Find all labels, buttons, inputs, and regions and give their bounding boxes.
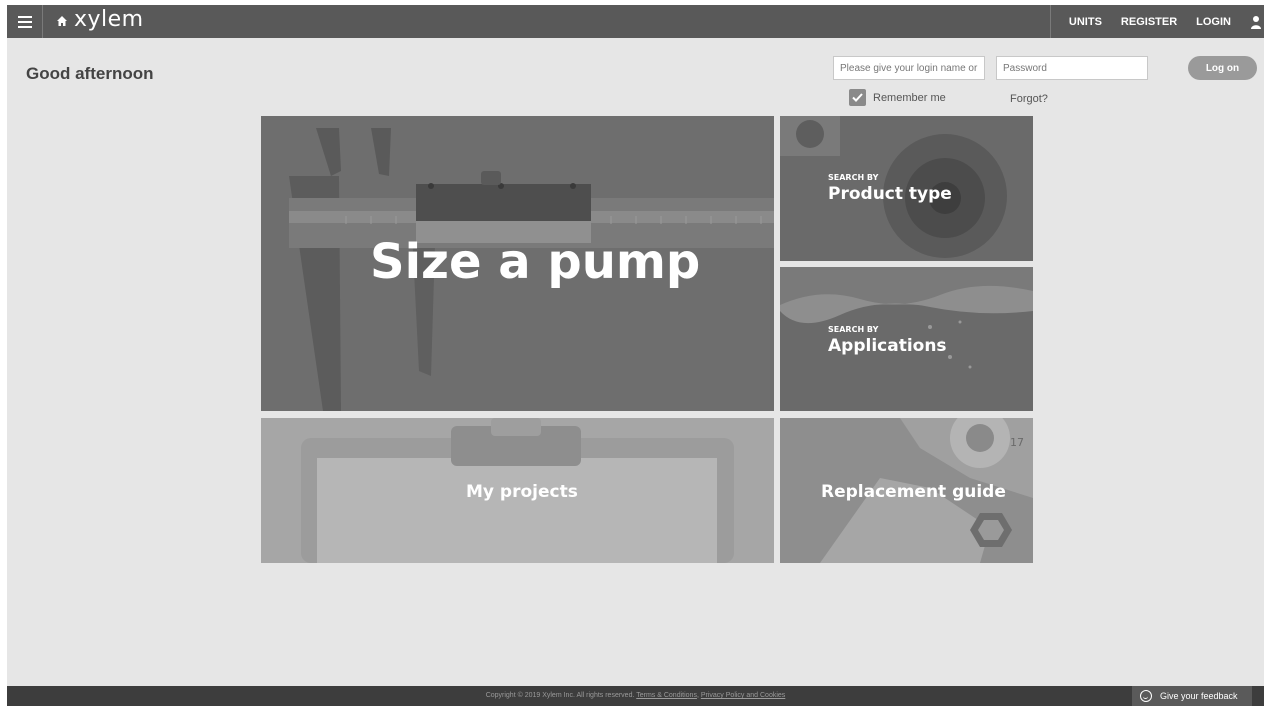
my-projects-tile[interactable]: My projects (261, 418, 774, 563)
applications-title: Applications (828, 336, 947, 356)
applications-tile[interactable]: SEARCH BY Applications (780, 267, 1033, 411)
privacy-link[interactable]: Privacy Policy and Cookies (701, 692, 785, 699)
feedback-icon (1140, 690, 1152, 702)
copyright-text: Copyright © 2019 Xylem Inc. All rights r… (485, 692, 635, 699)
applications-kicker: SEARCH BY (828, 325, 879, 334)
password-input[interactable] (996, 56, 1148, 80)
size-a-pump-tile[interactable]: Size a pump (261, 116, 774, 411)
footer: Copyright © 2019 Xylem Inc. All rights r… (7, 686, 1264, 706)
greeting-text: Good afternoon (26, 64, 154, 83)
feedback-button[interactable]: Give your feedback (1132, 686, 1252, 706)
top-nav: UNITS REGISTER LOGIN (1049, 5, 1264, 38)
replacement-guide-tile[interactable]: 17 Replacement guide (780, 418, 1033, 563)
feedback-label: Give your feedback (1160, 691, 1238, 701)
app-window: xylem UNITS REGISTER LOGIN Good afternoo… (7, 5, 1264, 706)
remember-me-label: Remember me (873, 91, 946, 104)
user-icon[interactable] (1250, 15, 1262, 29)
product-type-title: Product type (828, 184, 952, 204)
terms-link[interactable]: Terms & Conditions (636, 692, 697, 699)
login-link[interactable]: LOGIN (1196, 16, 1231, 28)
checkbox-checked-icon[interactable] (849, 89, 866, 106)
product-type-kicker: SEARCH BY (828, 173, 879, 182)
remember-me-checkbox[interactable]: Remember me (849, 89, 946, 106)
menu-icon[interactable] (7, 5, 43, 38)
home-icon[interactable] (56, 15, 68, 27)
brand-logo[interactable]: xylem (74, 6, 144, 36)
register-link[interactable]: REGISTER (1121, 16, 1177, 28)
wrench-size-label: 17 (1010, 436, 1024, 449)
footer-separator: , (696, 692, 699, 699)
product-type-tile[interactable]: SEARCH BY Product type (780, 116, 1033, 261)
login-name-input[interactable] (833, 56, 985, 80)
replacement-guide-title: Replacement guide (821, 482, 1006, 502)
units-link[interactable]: UNITS (1069, 16, 1102, 28)
top-bar: xylem UNITS REGISTER LOGIN (7, 5, 1264, 38)
log-on-button[interactable]: Log on (1188, 56, 1257, 80)
my-projects-title: My projects (466, 482, 578, 502)
forgot-password-link[interactable]: Forgot? (1010, 93, 1048, 105)
size-a-pump-title: Size a pump (370, 234, 701, 290)
